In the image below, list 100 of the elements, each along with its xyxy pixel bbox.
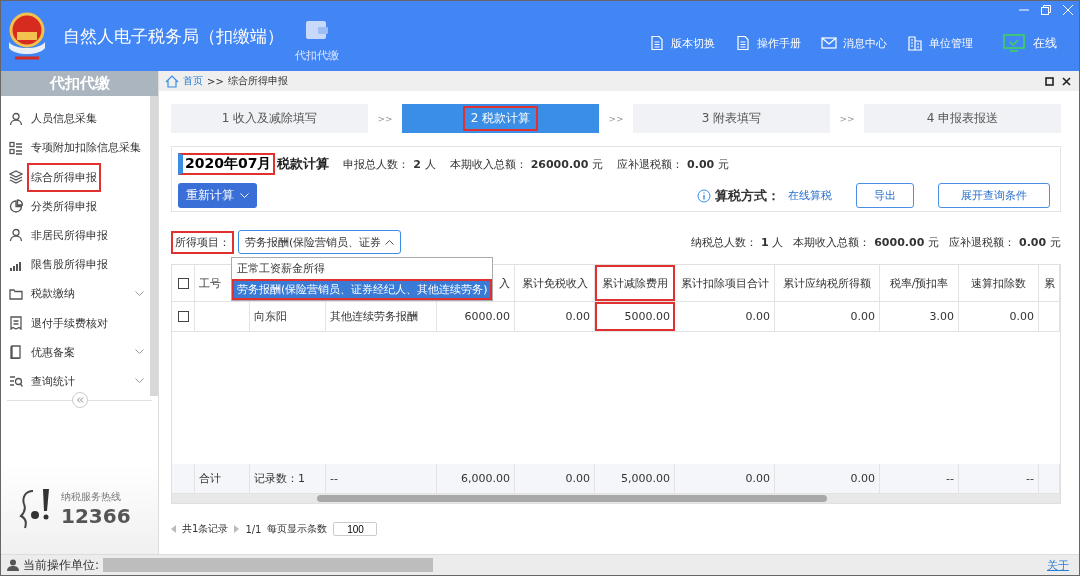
receipt-icon — [9, 316, 23, 330]
sidebar-item-label: 非居民所得申报 — [30, 227, 109, 244]
filter-stat: 应补退税额： 0.00 元 — [949, 234, 1061, 250]
home-link[interactable]: 首页 — [183, 74, 203, 88]
record-count: 共1条记录 — [182, 522, 229, 536]
close-icon[interactable] — [1062, 76, 1071, 86]
sidebar-item-label: 人员信息采集 — [30, 111, 98, 128]
step-tab[interactable]: 3 附表填写 — [633, 104, 830, 133]
app-title: 自然人电子税务局（扣缴端） — [63, 24, 285, 48]
person-icon — [9, 111, 23, 126]
document-icon — [649, 35, 665, 51]
list-icon — [9, 140, 23, 155]
table-cell: 0.00 — [959, 302, 1039, 331]
sidebar-item[interactable]: 非居民所得申报 — [1, 220, 150, 250]
section-title: 税款计算 — [277, 155, 330, 173]
info-icon — [697, 188, 711, 203]
mail-icon — [821, 35, 837, 51]
sidebar-item-label: 退付手续费核对 — [30, 315, 109, 332]
about-link[interactable]: 关于 — [1047, 557, 1069, 573]
table-cell: 0.00 — [515, 302, 595, 331]
sidebar-item[interactable]: 查询统计 — [1, 366, 150, 397]
sidebar-item-label: 优惠备案 — [30, 344, 76, 361]
table-cell: 3.00 — [880, 302, 959, 331]
document-icon — [735, 35, 751, 51]
user-icon — [7, 559, 19, 571]
dropdown-option[interactable]: 正常工资薪金所得 — [232, 258, 492, 279]
person-icon — [9, 228, 23, 243]
table-cell: 6000.00 — [437, 302, 515, 331]
horizontal-scrollbar[interactable] — [172, 494, 1060, 503]
layers-icon — [9, 170, 23, 184]
folder-icon — [9, 286, 23, 301]
summary-stat: 申报总人数： 2 人 — [343, 156, 436, 172]
restore-icon[interactable] — [1041, 5, 1051, 15]
recalculate-button[interactable]: 重新计算 — [178, 183, 257, 208]
home-icon — [165, 74, 179, 88]
summary-stat: 本期收入总额： 26000.00 元 — [449, 156, 604, 172]
total-cell: 0.00 — [515, 464, 595, 493]
next-page-icon[interactable] — [234, 525, 240, 533]
table-cell: 0.00 — [775, 302, 880, 331]
page-size-field[interactable]: 100 — [333, 522, 378, 536]
total-cell: 合计 — [195, 464, 250, 493]
total-cell: 0.00 — [675, 464, 775, 493]
tax-method-label: 算税方式： — [715, 186, 780, 205]
breadcrumb-current: 综合所得申报 — [227, 74, 288, 88]
column-header: 累 — [1039, 265, 1060, 301]
sidebar-item-label: 税款缴纳 — [30, 286, 76, 303]
monitor-check-icon — [1003, 34, 1025, 52]
sidebar-item[interactable]: 限售股所得申报 — [1, 250, 150, 280]
tax-method-value: 在线算税 — [788, 188, 832, 203]
expand-filters-button[interactable]: 展开查询条件 — [938, 183, 1050, 208]
double-chevron-left-icon — [75, 397, 84, 403]
sidebar-item[interactable]: 税款缴纳 — [1, 279, 150, 309]
select-all-checkbox[interactable] — [177, 277, 189, 289]
total-cell: 0.00 — [775, 464, 880, 493]
filter-stat: 纳税总人数： 1 人 — [691, 234, 784, 250]
document-icon — [9, 345, 23, 360]
column-header: 累计扣除项目合计 — [675, 265, 775, 301]
income-type-select[interactable]: 劳务报酬(保险营销员、证券 — [238, 230, 402, 254]
header-link[interactable]: 单位管理 — [907, 35, 973, 51]
summary-stat: 应补退税额： 0.00 元 — [617, 156, 730, 172]
sidebar-item-label: 专项附加扣除信息采集 — [30, 140, 142, 157]
dropdown-option[interactable]: 劳务报酬(保险营销员、证券经纪人、其他连续劳务) — [232, 279, 492, 300]
export-button[interactable]: 导出 — [856, 183, 914, 208]
header-link[interactable]: 操作手册 — [735, 35, 801, 51]
sidebar-title: 代扣代缴 — [1, 71, 158, 96]
chevron-up-icon — [385, 239, 395, 245]
page-indicator: 1/1 — [245, 523, 262, 535]
total-cell: -- — [326, 464, 437, 493]
current-unit-label: 当前操作单位: — [23, 556, 100, 574]
sidebar-item-label: 分类所得申报 — [30, 198, 98, 215]
hotline-label: 纳税服务热线 — [61, 490, 122, 504]
pie-chart-icon — [9, 199, 23, 214]
table-cell: 其他连续劳务报酬 — [326, 302, 437, 331]
total-cell: 6,000.00 — [437, 464, 515, 493]
column-header: 累计应纳税所得额 — [775, 265, 880, 301]
filter-label: 所得项目： — [171, 230, 234, 254]
sidebar-item[interactable]: 优惠备案 — [1, 337, 150, 367]
total-cell: -- — [880, 464, 959, 493]
sidebar-item[interactable]: 退付手续费核对 — [1, 308, 150, 338]
sidebar-item[interactable]: 综合所得申报 — [1, 162, 150, 192]
header-link[interactable]: 消息中心 — [821, 35, 887, 51]
previous-page-icon[interactable] — [171, 525, 176, 533]
page-size-label: 每页显示条数 — [267, 522, 328, 536]
step-separator: >> — [376, 113, 394, 124]
hotline-number: 12366 — [61, 504, 131, 528]
maximize-icon[interactable] — [1045, 76, 1054, 86]
sidebar-item[interactable]: 分类所得申报 — [1, 191, 150, 221]
breadcrumb-separator: >> — [207, 75, 224, 87]
step-tab[interactable]: 4 申报表报送 — [864, 104, 1061, 133]
filter-stat: 本期收入总额： 6000.00 元 — [793, 234, 940, 250]
sidebar-item[interactable]: 专项附加扣除信息采集 — [1, 133, 150, 163]
total-cell: 5,000.00 — [595, 464, 675, 493]
total-cell: 记录数：1 — [250, 464, 326, 493]
row-checkbox[interactable] — [177, 311, 189, 322]
building-icon — [907, 35, 923, 51]
header-link[interactable]: 版本切换 — [649, 35, 715, 51]
search-icon — [9, 374, 23, 389]
table-cell: 向东阳 — [250, 302, 326, 331]
step-tab[interactable]: 1 收入及减除填写 — [171, 104, 368, 133]
sidebar-item[interactable]: 人员信息采集 — [1, 104, 150, 134]
